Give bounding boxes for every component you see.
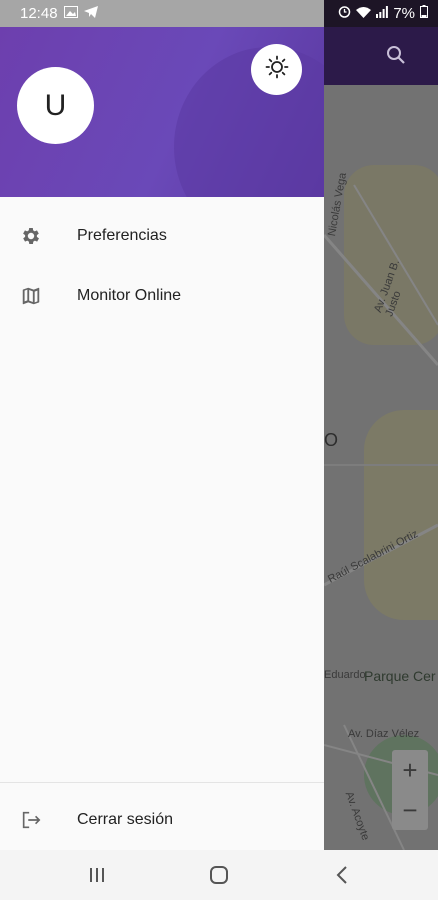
avatar-letter: U	[44, 88, 67, 122]
home-button[interactable]	[204, 862, 234, 888]
telegram-icon	[83, 5, 98, 22]
status-bar: 12:48 7%	[0, 0, 438, 27]
wifi-icon	[356, 5, 372, 22]
search-icon[interactable]	[386, 45, 406, 70]
signal-icon	[376, 5, 389, 22]
map-area-label: O	[324, 430, 339, 450]
street-label: Av. Díaz Vélez	[348, 728, 420, 740]
battery-level: 7%	[393, 5, 415, 22]
gear-icon	[19, 224, 43, 248]
logout-label: Cerrar sesión	[77, 811, 174, 828]
map-toolbar	[324, 27, 438, 85]
park-label: Parque Cer	[364, 668, 436, 684]
back-button[interactable]	[327, 862, 357, 888]
map-icon	[19, 284, 43, 308]
sun-icon	[265, 55, 289, 84]
theme-toggle-button[interactable]	[251, 44, 302, 95]
system-nav-bar	[0, 850, 438, 900]
battery-icon	[420, 5, 428, 22]
drawer-header: U	[0, 27, 324, 197]
street-label: Eduardo	[324, 669, 366, 681]
zoom-out-button[interactable]: −	[402, 795, 417, 826]
map-view[interactable]: Nicolás Vega Av. Juan B. Justo Raúl Scal…	[324, 85, 438, 850]
recent-apps-button[interactable]	[82, 862, 112, 888]
alarm-icon	[338, 5, 351, 22]
menu-item-monitor-online[interactable]: Monitor Online	[0, 267, 324, 325]
menu-item-label: Preferencias	[77, 227, 167, 244]
menu-item-preferencias[interactable]: Preferencias	[0, 207, 324, 265]
divider	[0, 782, 324, 783]
image-notification-icon	[63, 5, 78, 22]
zoom-controls: + −	[392, 750, 428, 830]
status-time: 12:48	[20, 5, 58, 22]
menu-item-label: Monitor Online	[77, 287, 182, 304]
logout-icon	[19, 808, 43, 832]
avatar[interactable]: U	[17, 67, 94, 144]
navigation-drawer: U Preferencias Monitor Online Cerrar ses…	[0, 27, 324, 850]
logout-button[interactable]: Cerrar sesión	[0, 791, 324, 849]
zoom-in-button[interactable]: +	[402, 755, 417, 786]
